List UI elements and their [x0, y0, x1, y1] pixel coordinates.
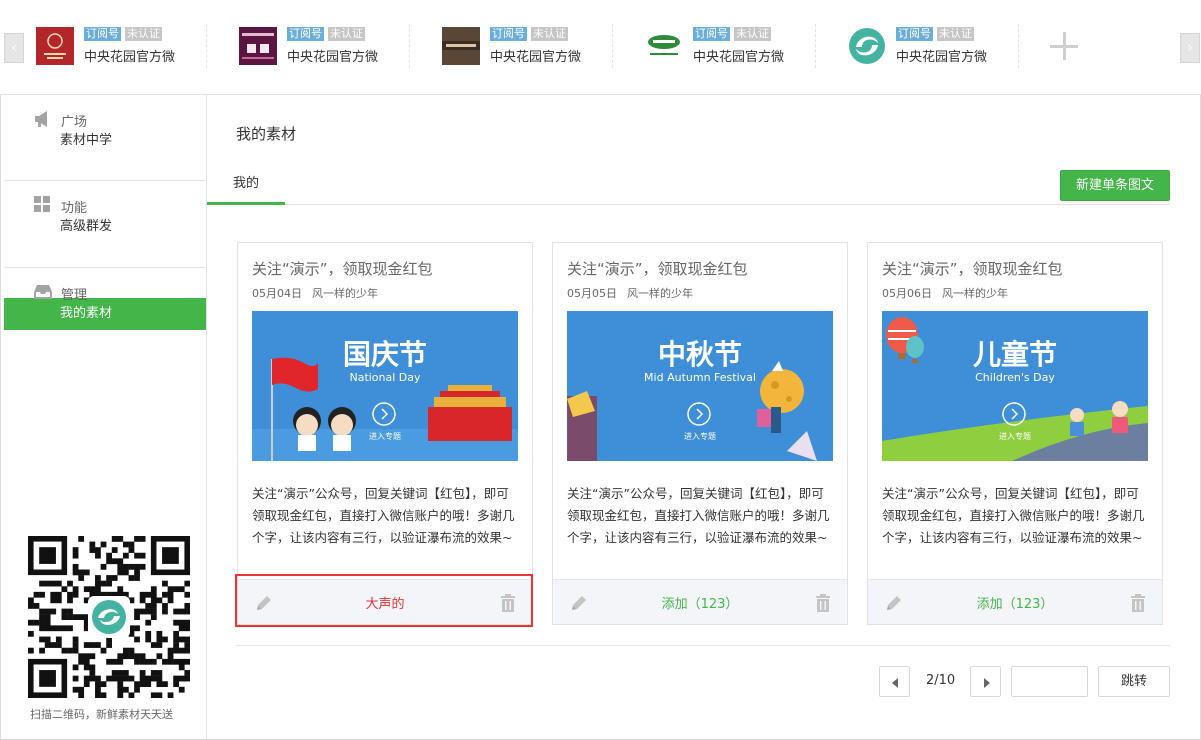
sidebar: 广场 素材中学 功能 高级群发 管理 我的素材 扫描二维码，新鲜素材天天送: [4, 95, 207, 739]
sidebar-item-material-school[interactable]: 素材中学: [4, 125, 206, 157]
account-item[interactable]: 订阅号 未认证 中央花园官方微: [816, 24, 1019, 68]
cover-title-en: Mid Autumn Festival: [644, 371, 756, 384]
sidebar-item-mass-send[interactable]: 高级群发: [4, 211, 206, 243]
verify-status-badge: 未认证: [937, 27, 974, 41]
card-action-label[interactable]: 添加（123）: [918, 593, 1112, 612]
verify-status-badge: 未认证: [734, 27, 771, 41]
account-type-badge: 订阅号: [490, 27, 527, 41]
cover-title-cn: 儿童节: [972, 338, 1057, 371]
card-action-label[interactable]: 添加（123）: [603, 593, 797, 612]
prev-page-button[interactable]: [879, 666, 910, 697]
material-card[interactable]: 关注“演示”，领取现金红包 05月06日 风一样的少年 儿童节 Children'…: [867, 242, 1163, 625]
card-author: 风一样的少年: [312, 287, 378, 300]
card-date: 05月05日: [567, 287, 617, 300]
account-item[interactable]: 订阅号 未认证 中央花园官方微: [410, 24, 613, 68]
account-name: 中央花园官方微: [287, 50, 379, 65]
trash-icon[interactable]: [813, 593, 833, 613]
tab-bar: 我的: [207, 171, 1170, 205]
card-description: 关注“演示”公众号，回复关键词【红包】，即可领取现金红包，直接打入微信账户的哦！…: [252, 486, 515, 545]
cover-title-cn: 中秋节: [657, 338, 742, 371]
card-title: 关注“演示”，领取现金红包: [882, 260, 1063, 278]
inbox-icon: [34, 283, 52, 301]
next-page-button[interactable]: [970, 666, 1001, 697]
triangle-left-icon: [892, 678, 898, 688]
card-author: 风一样的少年: [627, 287, 693, 300]
crest-logo-red: [36, 27, 74, 65]
cover-cta: 进入专题: [369, 432, 401, 441]
grid-icon: [34, 196, 52, 214]
huahan-logo-purple: [239, 27, 277, 65]
account-type-badge: 订阅号: [84, 27, 121, 41]
material-card[interactable]: 关注“演示”，领取现金红包 05月04日风一样的少年 国庆节 National: [237, 242, 533, 625]
card-author: 风一样的少年: [942, 287, 1008, 300]
add-account-plus-icon[interactable]: [1046, 28, 1082, 64]
green-text-logo: [645, 27, 683, 65]
sidebar-heading: 功能: [61, 201, 88, 216]
account-type-badge: 订阅号: [693, 27, 730, 41]
sidebar-section-square: 广场 素材中学: [4, 95, 206, 181]
card-title: 关注“演示”，领取现金红包: [567, 260, 748, 278]
sidebar-section-features: 功能 高级群发: [4, 181, 206, 268]
qr-code: [28, 536, 191, 699]
new-article-button[interactable]: 新建单条图文: [1060, 170, 1170, 201]
main-content: 我的素材 我的 新建单条图文 关注“演示”，领取现金红包 05月04日 风一样的少…: [207, 95, 1201, 739]
account-type-badge: 订阅号: [287, 27, 324, 41]
page-title: 我的素材: [236, 125, 297, 143]
cover-title-cn: 国庆节: [342, 338, 427, 371]
card-footer: 添加（123）: [553, 579, 847, 624]
card-title: 关注“演示”，领取现金红包: [252, 260, 433, 278]
verify-status-badge: 未认证: [125, 27, 162, 41]
verify-status-badge: 未认证: [531, 27, 568, 41]
sidebar-item-my-materials[interactable]: 我的素材: [4, 298, 206, 330]
next-accounts-button[interactable]: ›: [1180, 33, 1200, 63]
swirl-logo-green: [848, 27, 886, 65]
trash-icon[interactable]: [1128, 593, 1148, 613]
verify-status-badge: 未认证: [328, 27, 365, 41]
account-switcher-bar: ‹ 订阅号 未认证 中央花园官方微 订阅号 未认证 中央花园官方微 订阅号 未认证 中…: [0, 0, 1201, 95]
sidebar-heading: 广场: [61, 115, 88, 130]
card-footer: 添加（123）: [868, 579, 1162, 624]
card-cover-image: 儿童节 Children's Day 进入专题: [882, 311, 1148, 461]
account-item[interactable]: 订阅号 未认证 中央花园官方微: [613, 24, 816, 68]
cover-cta: 进入专题: [999, 432, 1031, 441]
card-cover-image: 国庆节 National Day 进入专题: [252, 311, 518, 461]
divider: [236, 645, 1170, 646]
cover-title-en: National Day: [349, 371, 421, 384]
material-card[interactable]: 关注“演示”，领取现金红包 05月05日 风一样的少年 中秋节 Mid Autum…: [552, 242, 848, 625]
cover-cta: 进入专题: [684, 432, 716, 441]
page-jump-input[interactable]: [1011, 666, 1088, 697]
card-cover-image: 中秋节 Mid Autumn Festival 进入专题: [567, 311, 833, 461]
account-name: 中央花园官方微: [896, 50, 988, 65]
account-item[interactable]: 订阅号 未认证 中央花园官方微: [4, 24, 207, 68]
card-description: 关注“演示”公众号，回复关键词【红包】，即可领取现金红包，直接打入微信账户的哦！…: [882, 486, 1145, 545]
account-name: 中央花园官方微: [693, 50, 785, 65]
card-date: 05月04日: [252, 287, 302, 300]
sidebar-section-manage: 管理 我的素材: [4, 268, 206, 330]
edit-pencil-icon[interactable]: [569, 593, 589, 613]
account-type-badge: 订阅号: [896, 27, 933, 41]
megaphone-icon: [34, 110, 52, 128]
cover-title-en: Children's Day: [975, 371, 1055, 384]
jump-button[interactable]: 跳转: [1098, 666, 1170, 697]
selection-highlight: [235, 574, 533, 627]
edit-pencil-icon[interactable]: [884, 593, 904, 613]
page-indicator: 2/10: [926, 673, 956, 688]
account-name: 中央花园官方微: [84, 50, 176, 65]
sidebar-heading: 管理: [61, 288, 88, 303]
card-description: 关注“演示”公众号，回复关键词【红包】，即可领取现金红包，直接打入微信账户的哦！…: [567, 486, 830, 545]
qr-caption: 扫描二维码，新鲜素材天天送: [30, 708, 173, 721]
account-item[interactable]: 订阅号 未认证 中央花园官方微: [207, 24, 410, 68]
brown-banner-logo: [442, 27, 480, 65]
tab-mine[interactable]: 我的: [207, 171, 285, 205]
card-date: 05月06日: [882, 287, 932, 300]
triangle-right-icon: [984, 678, 990, 688]
account-name: 中央花园官方微: [490, 50, 582, 65]
